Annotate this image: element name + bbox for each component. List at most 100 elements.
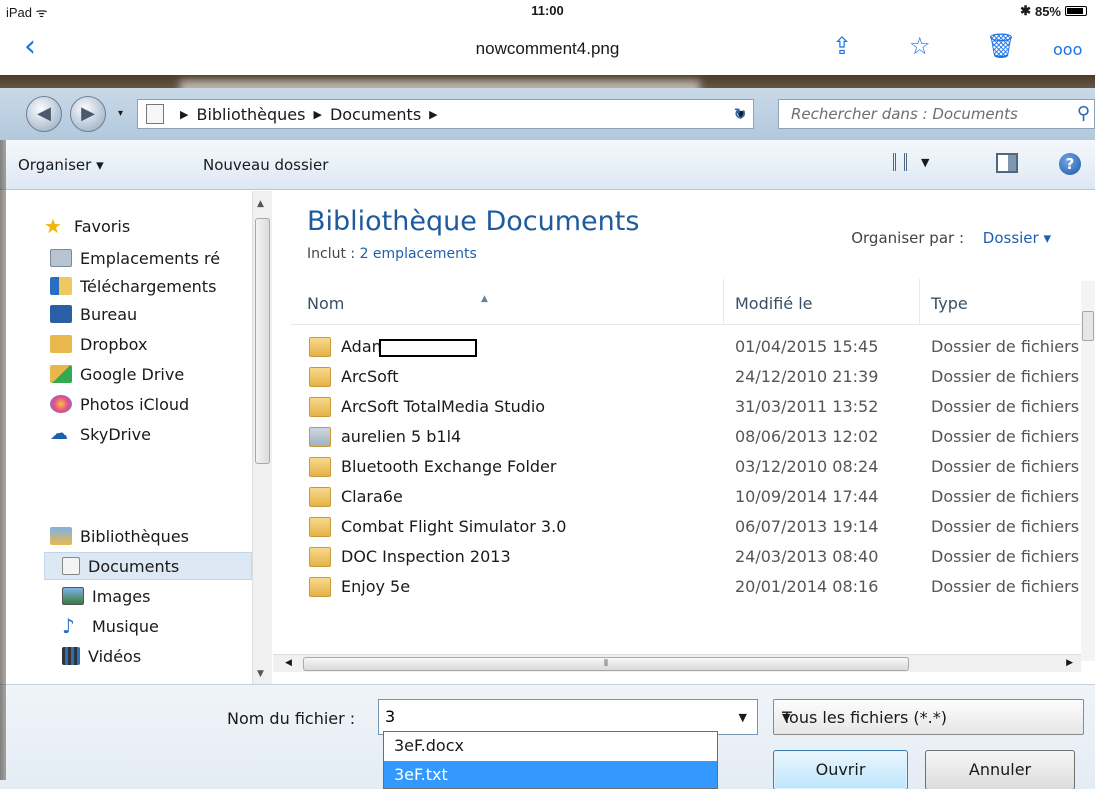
cancel-button[interactable]: Annuler: [925, 750, 1075, 789]
more-icon[interactable]: ooo: [1053, 40, 1082, 59]
table-row[interactable]: ArcSoft TotalMedia Studio 31/03/2011 13:…: [291, 393, 1081, 421]
view-options-icon[interactable]: [893, 153, 907, 171]
table-row[interactable]: Bluetooth Exchange Folder 03/12/2010 08:…: [291, 453, 1081, 481]
table-row[interactable]: Clara6e 10/09/2014 17:44 Dossier de fich…: [291, 483, 1081, 511]
breadcrumb[interactable]: ▶ Bibliothèques ▶ Documents ▶ ▼: [137, 99, 754, 129]
chevron-down-icon[interactable]: ▼: [739, 711, 747, 724]
sidebar-libraries-header[interactable]: Bibliothèques: [50, 523, 250, 549]
file-list-pane: Bibliothèque Documents Inclut : 2 emplac…: [273, 191, 1095, 684]
sidebar-item-icloud-photos[interactable]: Photos iCloud: [50, 391, 250, 417]
share-icon[interactable]: ⇪: [832, 32, 852, 60]
column-modified[interactable]: Modifié le: [735, 294, 813, 313]
chevron-right-icon[interactable]: ▶: [313, 108, 321, 121]
help-icon[interactable]: ?: [1059, 153, 1081, 175]
filename-combobox[interactable]: ▼: [378, 699, 758, 735]
suggestion-item-selected[interactable]: 3eF.txt: [384, 761, 717, 788]
folder-icon: [309, 367, 331, 387]
scroll-down-icon[interactable]: ▼: [257, 669, 264, 679]
ipad-nav-bar: ‹ nowcomment4.png ⇪ ☆ 🗑 ooo: [0, 22, 1095, 80]
refresh-icon[interactable]: ↻: [726, 99, 754, 129]
forward-button[interactable]: ▶: [70, 96, 106, 132]
downloads-icon: [50, 277, 72, 295]
sidebar-item-downloads[interactable]: Téléchargements: [50, 273, 250, 299]
file-list-vertical-scrollbar[interactable]: [1081, 281, 1095, 661]
sidebar-item-videos[interactable]: Vidéos: [62, 643, 262, 669]
sidebar-item-documents[interactable]: Documents: [62, 553, 262, 579]
search-icon[interactable]: ⚲: [1077, 103, 1090, 124]
viewer-title: nowcomment4.png: [475, 39, 620, 58]
history-dropdown-icon[interactable]: ▾: [118, 108, 123, 119]
scroll-up-icon[interactable]: ▲: [257, 199, 264, 209]
view-dropdown-icon[interactable]: ▼: [921, 156, 929, 169]
sidebar-item-desktop[interactable]: Bureau: [50, 301, 250, 327]
sidebar-item-skydrive[interactable]: ☁ SkyDrive: [50, 421, 250, 447]
image-icon: [62, 587, 84, 605]
folder-icon: [309, 337, 331, 357]
star-icon: ★: [44, 214, 62, 238]
column-divider[interactable]: [919, 279, 920, 325]
scrollbar-thumb[interactable]: [1082, 311, 1094, 341]
folder-icon: [309, 547, 331, 567]
sidebar-item-music[interactable]: ♪ Musique: [62, 613, 262, 639]
sidebar-item-dropbox[interactable]: Dropbox: [50, 331, 250, 357]
new-folder-button[interactable]: Nouveau dossier: [203, 156, 328, 174]
folder-icon: [309, 487, 331, 507]
arrange-by: Organiser par : Dossier ▾: [851, 229, 1051, 247]
bluetooth-icon: ✱: [1020, 3, 1031, 18]
arrange-by-dropdown[interactable]: Dossier ▾: [983, 229, 1051, 247]
navigation-pane: ★ Favoris Emplacements ré Téléchargement…: [0, 191, 272, 684]
sidebar-item-recent[interactable]: Emplacements ré: [50, 245, 250, 271]
recent-places-icon: [50, 249, 72, 267]
photos-icon: [50, 395, 72, 413]
folder-icon: [50, 335, 72, 353]
command-bar: Organiser ▾ Nouveau dossier ▼ ?: [0, 140, 1095, 190]
sidebar-item-images[interactable]: Images: [62, 583, 262, 609]
suggestion-item[interactable]: 3eF.docx: [384, 732, 717, 759]
table-row[interactable]: Combat Flight Simulator 3.0 06/07/2013 1…: [291, 513, 1081, 541]
scroll-left-icon[interactable]: ◀: [285, 658, 292, 668]
folder-icon: [309, 397, 331, 417]
table-row[interactable]: Adam C 01/04/2015 15:45 Dossier de fichi…: [291, 333, 1081, 361]
document-icon: [62, 557, 80, 575]
table-row[interactable]: aurelien 5 b1l4 08/06/2013 12:02 Dossier…: [291, 423, 1081, 451]
google-drive-icon: [50, 365, 72, 383]
scroll-right-icon[interactable]: ▶: [1066, 658, 1073, 668]
desktop-icon: [50, 305, 72, 323]
crumb-documents[interactable]: Documents: [330, 105, 421, 124]
trash-icon[interactable]: 🗑: [986, 32, 1016, 60]
table-row[interactable]: DOC Inspection 2013 24/03/2013 08:40 Dos…: [291, 543, 1081, 571]
file-type-select[interactable]: Tous les fichiers (*.*) ▼: [773, 699, 1084, 735]
column-header-row: ▲ Nom Modifié le Type: [291, 279, 1081, 325]
column-divider[interactable]: [723, 279, 724, 325]
column-type[interactable]: Type: [931, 294, 968, 313]
file-list-horizontal-scrollbar[interactable]: ◀ ⦀ ▶: [273, 654, 1081, 672]
video-icon: [62, 647, 80, 665]
battery-icon: [1065, 6, 1087, 16]
star-icon[interactable]: ☆: [909, 32, 931, 60]
filename-suggestions: 3eF.docx 3eF.txt: [383, 731, 718, 789]
photo-edge: [0, 140, 6, 780]
table-row[interactable]: ArcSoft 24/12/2010 21:39 Dossier de fich…: [291, 363, 1081, 391]
filename-label: Nom du fichier :: [227, 709, 356, 728]
search-input[interactable]: Rechercher dans : Documents ⚲: [778, 99, 1095, 129]
open-button[interactable]: Ouvrir: [773, 750, 908, 789]
chevron-down-icon[interactable]: ▼: [782, 711, 1073, 724]
locations-link[interactable]: 2 emplacements: [360, 246, 477, 262]
sidebar-favorites-header[interactable]: ★ Favoris: [44, 213, 244, 239]
chevron-right-icon[interactable]: ▶: [180, 108, 188, 121]
filename-field[interactable]: [385, 707, 705, 726]
preview-pane-icon[interactable]: [996, 153, 1018, 173]
scrollbar-thumb[interactable]: [255, 218, 270, 464]
scrollbar-thumb[interactable]: ⦀: [303, 657, 909, 671]
battery-status: ✱ 85%: [1020, 3, 1087, 19]
chevron-right-icon[interactable]: ▶: [429, 108, 437, 121]
table-row[interactable]: Enjoy 5e 20/01/2014 08:16 Dossier de fic…: [291, 573, 1081, 601]
sidebar-scrollbar[interactable]: ▲ ▼: [252, 191, 272, 684]
back-button[interactable]: ◀: [26, 96, 62, 132]
sidebar-item-google-drive[interactable]: Google Drive: [50, 361, 250, 387]
organize-menu[interactable]: Organiser ▾: [18, 156, 104, 174]
column-name[interactable]: Nom: [307, 294, 344, 313]
crumb-libraries[interactable]: Bibliothèques: [196, 105, 305, 124]
shared-folder-icon: [309, 427, 331, 447]
document-icon: [146, 104, 164, 124]
